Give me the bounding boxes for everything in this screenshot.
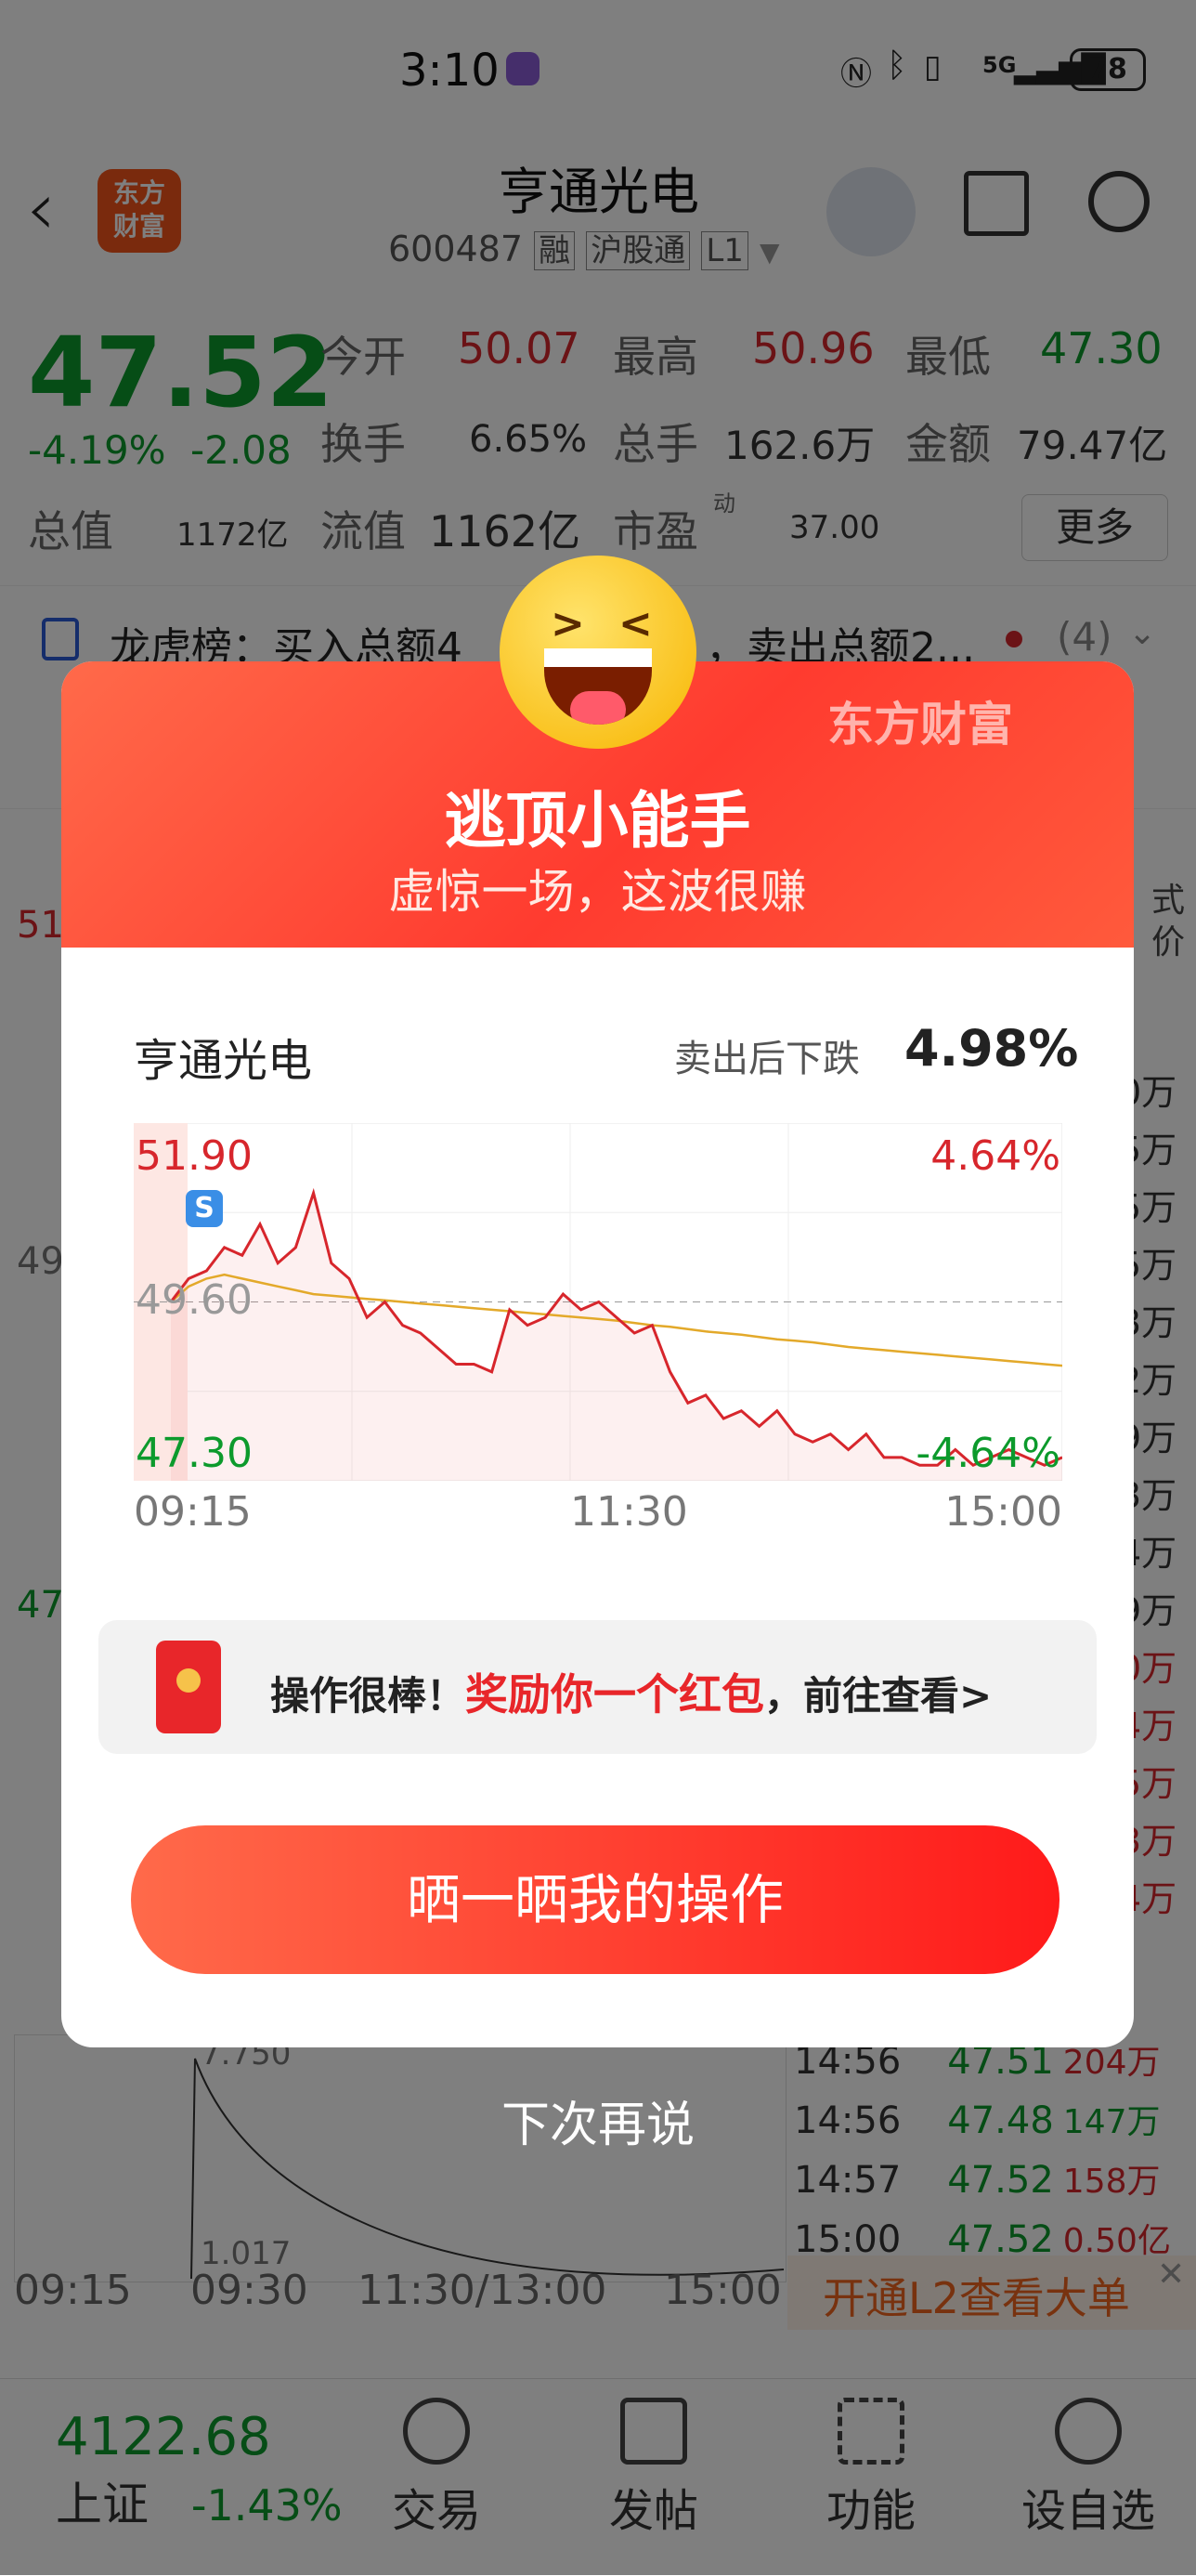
price-chart: 51.90 49.60 47.30 4.64% -4.64% S [134, 1123, 1062, 1481]
pct-top-label: 4.64% [930, 1132, 1060, 1180]
x-tick-2: 11:30 [570, 1488, 688, 1536]
modal-stock-name: 亨通光电 [134, 1035, 313, 1087]
sell-marker: S [186, 1190, 223, 1227]
drop-value: 4.98% [904, 1019, 1079, 1078]
x-tick-1: 09:15 [134, 1488, 252, 1536]
share-operation-button[interactable]: 晒一晒我的操作 [131, 1825, 1060, 1974]
x-tick-3: 15:00 [944, 1488, 1062, 1536]
y-bottom-label: 47.30 [136, 1430, 253, 1477]
y-top-label: 51.90 [136, 1132, 253, 1180]
price-chart-svg [134, 1123, 1062, 1481]
modal-title: 逃顶小能手 [444, 785, 751, 856]
modal-subtitle: 虚惊一场，这波很赚 [388, 865, 807, 919]
reward-text: 操作很棒！奖励你一个红包，前往查看> [270, 1669, 993, 1720]
brand-watermark: 东方财富 [827, 698, 1013, 752]
achievement-modal: 东方财富 逃顶小能手 虚惊一场，这波很赚 亨通光电 卖出后下跌 4.98% 51… [61, 661, 1134, 2047]
reward-card[interactable]: 操作很棒！奖励你一个红包，前往查看> [98, 1620, 1097, 1754]
red-envelope-icon [156, 1641, 221, 1733]
pct-bottom-label: -4.64% [916, 1430, 1060, 1477]
laughing-emoji-icon: > < [500, 556, 696, 749]
dismiss-link[interactable]: 下次再说 [0, 2086, 1196, 2155]
drop-label: 卖出后下跌 [674, 1038, 860, 1080]
x-axis: 09:15 11:30 15:00 [134, 1488, 1062, 1544]
y-mid-label: 49.60 [136, 1276, 253, 1324]
